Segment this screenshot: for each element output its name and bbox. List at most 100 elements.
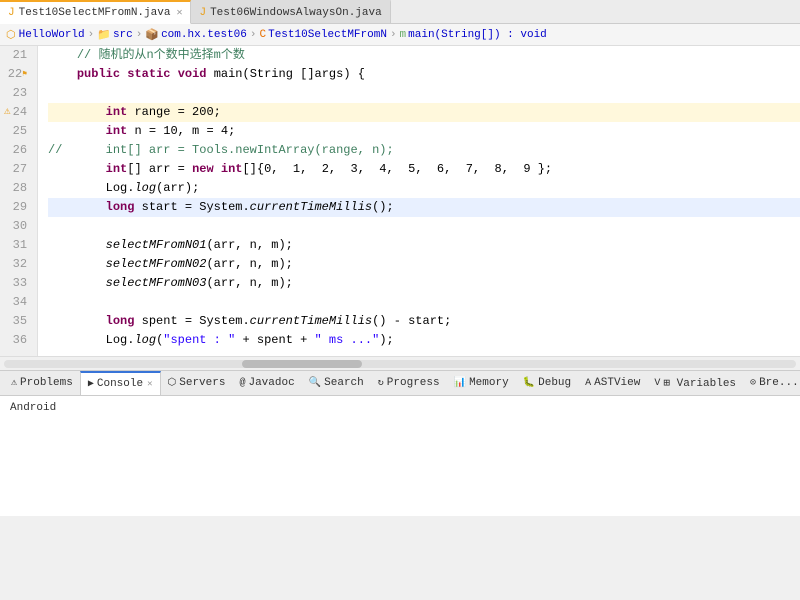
- bc-src-icon: 📁: [97, 28, 111, 42]
- tab-progress[interactable]: ↻ Progress: [371, 371, 447, 395]
- tab-label-test06: Test06WindowsAlwaysOn.java: [210, 7, 382, 19]
- tab-javadoc[interactable]: @ Javadoc: [232, 371, 301, 395]
- str-spent: "spent : ": [163, 333, 235, 347]
- tab-problems-label: Problems: [20, 377, 73, 389]
- code-line-28: Log.log(arr);: [48, 179, 800, 198]
- gutter-32: 32: [4, 255, 33, 274]
- tab-search-label: Search: [324, 377, 364, 389]
- method-log2: log: [134, 333, 156, 347]
- gutter-24: ⚠24: [4, 103, 33, 122]
- tab-label-test10: Test10SelectMFromN.java: [19, 7, 171, 19]
- scrollbar-track[interactable]: [4, 360, 796, 368]
- code-line-31: selectMFromN01(arr, n, m);: [48, 236, 800, 255]
- bc-package[interactable]: com.hx.test06: [161, 29, 247, 41]
- code-editor: 21 22⚑ 23 ⚠24 25 26 27 28 29 30 31 32 33…: [0, 46, 800, 356]
- tab-variables[interactable]: V ⊞ Variables: [647, 371, 743, 395]
- code-line-30: [48, 217, 800, 236]
- gutter-35: 35: [4, 312, 33, 331]
- gutter-30: 30: [4, 217, 33, 236]
- bottom-tab-bar: ⚠ Problems ▶ Console ✕ ⬡ Servers @ Javad…: [0, 370, 800, 396]
- memory-icon: 📊: [454, 377, 466, 389]
- code-line-24: int range = 200;: [48, 103, 800, 122]
- editor-tab-bar: J Test10SelectMFromN.java ✕ J Test06Wind…: [0, 0, 800, 24]
- breakpoints-icon: ⊙: [750, 377, 756, 389]
- servers-icon: ⬡: [168, 377, 177, 389]
- console-close-icon[interactable]: ✕: [147, 379, 152, 389]
- javadoc-icon: @: [239, 378, 245, 389]
- horizontal-scrollbar[interactable]: [0, 356, 800, 370]
- tab-memory-label: Memory: [469, 377, 509, 389]
- tab-javadoc-label: Javadoc: [248, 377, 294, 389]
- kw-new: new: [192, 162, 214, 176]
- code-line-26: // int[] arr = Tools.newIntArray(range, …: [48, 141, 800, 160]
- gutter-27: 27: [4, 160, 33, 179]
- tab-memory[interactable]: 📊 Memory: [447, 371, 516, 395]
- astview-icon: A: [585, 378, 591, 389]
- code-line-22: public static void main(String []args) {: [48, 65, 800, 84]
- tab-test10[interactable]: J Test10SelectMFromN.java ✕: [0, 0, 191, 24]
- tab-search[interactable]: 🔍 Search: [302, 371, 371, 395]
- tab-breakpoints[interactable]: ⊙ Bre...: [743, 371, 800, 395]
- comment-26: // int[] arr = Tools.newIntArray(range, …: [48, 143, 394, 157]
- scrollbar-thumb[interactable]: [242, 360, 362, 368]
- kw-public: public: [77, 67, 120, 81]
- bc-sep-3: ›: [250, 29, 257, 41]
- tab-test06[interactable]: J Test06WindowsAlwaysOn.java: [191, 0, 390, 23]
- code-line-35: long spent = System.currentTimeMillis() …: [48, 312, 800, 331]
- method-log: log: [134, 181, 156, 195]
- gutter-23: 23: [4, 84, 33, 103]
- gutter-21: 21: [4, 46, 33, 65]
- bc-class[interactable]: Test10SelectMFromN: [268, 29, 387, 41]
- tab-astview-label: ASTView: [594, 377, 640, 389]
- method-s3: selectMFromN03: [106, 276, 207, 290]
- method-s2: selectMFromN02: [106, 257, 207, 271]
- kw-void: void: [178, 67, 207, 81]
- code-line-34: [48, 293, 800, 312]
- kw-long-29: long: [106, 200, 135, 214]
- tab-servers-label: Servers: [179, 377, 225, 389]
- code-content[interactable]: // 随机的从n个数中选择m个数 public static void main…: [38, 46, 800, 356]
- problems-icon: ⚠: [11, 377, 17, 389]
- line-numbers: 21 22⚑ 23 ⚠24 25 26 27 28 29 30 31 32 33…: [0, 46, 38, 356]
- gutter-33: 33: [4, 274, 33, 293]
- code-line-23: [48, 84, 800, 103]
- code-line-29: long start = System.currentTimeMillis();: [48, 198, 800, 217]
- tab-problems[interactable]: ⚠ Problems: [4, 371, 80, 395]
- java-file-icon: J: [8, 7, 15, 19]
- kw-static: static: [127, 67, 170, 81]
- bc-sep-2: ›: [136, 29, 143, 41]
- tab-breakpoints-label: Bre...: [759, 377, 799, 389]
- comment-21: // 随机的从n个数中选择m个数: [48, 48, 245, 62]
- tab-progress-label: Progress: [387, 377, 440, 389]
- console-android-text: Android: [10, 402, 56, 414]
- kw-int-24: int: [106, 105, 128, 119]
- str-ms: " ms ...": [315, 333, 380, 347]
- tab-variables-label: ⊞ Variables: [663, 376, 736, 390]
- warning-icon-24: ⚠: [4, 103, 11, 122]
- kw-int-arr: int: [221, 162, 243, 176]
- gutter-31: 31: [4, 236, 33, 255]
- bc-project[interactable]: HelloWorld: [19, 29, 85, 41]
- tab-console[interactable]: ▶ Console ✕: [80, 371, 161, 395]
- gutter-28: 28: [4, 179, 33, 198]
- tab-close-test10[interactable]: ✕: [176, 7, 182, 19]
- code-line-36: Log.log("spent : " + spent + " ms ...");: [48, 331, 800, 350]
- gutter-29: 29: [4, 198, 33, 217]
- code-line-32: selectMFromN02(arr, n, m);: [48, 255, 800, 274]
- tab-debug-label: Debug: [538, 377, 571, 389]
- tab-debug[interactable]: 🐛 Debug: [516, 371, 578, 395]
- gutter-34: 34: [4, 293, 33, 312]
- bc-method-icon: m: [400, 29, 407, 41]
- bc-class-icon: C: [260, 29, 267, 41]
- bc-src[interactable]: src: [113, 29, 133, 41]
- bc-method[interactable]: main(String[]) : void: [408, 29, 547, 41]
- gutter-22: 22⚑: [4, 65, 33, 84]
- tab-servers[interactable]: ⬡ Servers: [161, 371, 233, 395]
- code-line-25: int n = 10, m = 4;: [48, 122, 800, 141]
- console-panel: Android: [0, 396, 800, 516]
- console-output: Android: [10, 402, 790, 414]
- tab-astview[interactable]: A ASTView: [578, 371, 647, 395]
- gutter-36: 36: [4, 331, 33, 350]
- breadcrumb: ⬡ HelloWorld › 📁 src › 📦 com.hx.test06 ›…: [0, 24, 800, 46]
- kw-int-27: int: [106, 162, 128, 176]
